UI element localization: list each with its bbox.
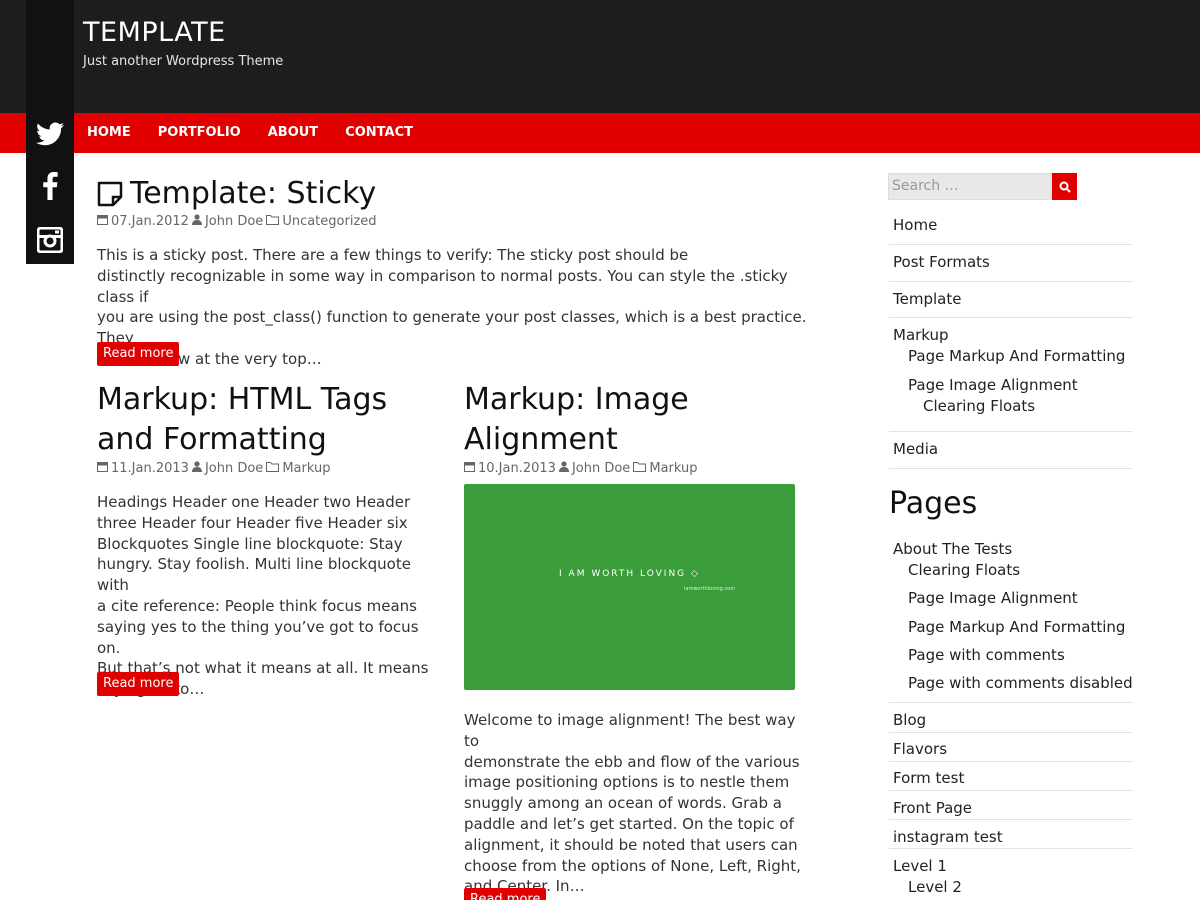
site-title[interactable]: TEMPLATE <box>83 17 226 48</box>
post-title-image-alignment[interactable]: Markup: Image Alignment <box>464 380 689 460</box>
post-meta-image-alignment: 10.Jan.2013 John Doe Markup <box>464 461 697 476</box>
post-category[interactable]: Markup <box>282 461 330 476</box>
page-item-form-test[interactable]: Form test <box>893 769 1133 787</box>
site-header: TEMPLATE Just another Wordpress Theme <box>0 0 1200 113</box>
page-item-with-comments[interactable]: Page with comments <box>908 646 1065 664</box>
divider <box>889 281 1133 282</box>
post-category[interactable]: Markup <box>649 461 697 476</box>
divider <box>889 732 1133 733</box>
twitter-icon[interactable] <box>36 120 64 148</box>
folder-icon <box>266 461 280 476</box>
read-more-button[interactable]: Read more <box>464 888 547 900</box>
folder-icon <box>266 214 280 229</box>
page-item-comments-disabled[interactable]: Page with comments disabled <box>908 674 1133 692</box>
page-item-clearing-floats[interactable]: Clearing Floats <box>908 561 1020 579</box>
divider <box>889 244 1133 245</box>
divider <box>889 468 1133 469</box>
page-item-about[interactable]: About The Tests <box>893 540 1133 558</box>
pages-heading: Pages <box>889 486 978 521</box>
user-icon <box>558 461 569 476</box>
sidebar-item-page-image-alignment[interactable]: Page Image Alignment <box>908 376 1078 394</box>
page-item-image-alignment[interactable]: Page Image Alignment <box>908 589 1078 607</box>
divider <box>889 761 1133 762</box>
sticky-note-icon <box>97 181 123 211</box>
sticky-post-title[interactable]: Template: Sticky <box>130 176 376 211</box>
sticky-post-excerpt: This is a sticky post. There are a few t… <box>97 246 807 368</box>
divider <box>889 317 1133 318</box>
sidebar-item-markup[interactable]: Markup <box>893 326 1133 344</box>
sidebar-item-page-markup[interactable]: Page Markup And Formatting <box>908 347 1125 365</box>
page-item-level-1[interactable]: Level 1 <box>893 857 1133 875</box>
post-category[interactable]: Uncategorized <box>282 214 376 229</box>
sidebar-item-template[interactable]: Template <box>893 290 1133 308</box>
post-excerpt-html-tags: Headings Header one Header two Header th… <box>97 493 429 699</box>
sidebar-item-clearing-floats[interactable]: Clearing Floats <box>923 397 1035 415</box>
post-author[interactable]: John Doe <box>205 214 263 229</box>
post-title-html-tags[interactable]: Markup: HTML Tags and Formatting <box>97 380 387 460</box>
sidebar-item-post-formats[interactable]: Post Formats <box>893 253 1133 271</box>
nav-contact[interactable]: CONTACT <box>345 113 413 153</box>
image-subtext: iamworthloving.com <box>684 586 736 592</box>
page-item-level-2[interactable]: Level 2 <box>908 878 962 896</box>
post-date[interactable]: 07.Jan.2012 <box>111 214 189 229</box>
divider <box>889 431 1133 432</box>
post-date[interactable]: 10.Jan.2013 <box>478 461 556 476</box>
post-date[interactable]: 11.Jan.2013 <box>111 461 189 476</box>
calendar-icon <box>464 461 475 476</box>
user-icon <box>191 461 202 476</box>
nav-portfolio[interactable]: PORTFOLIO <box>158 113 241 153</box>
diamond-icon: ◇ <box>691 569 700 579</box>
divider <box>889 819 1133 820</box>
read-more-button[interactable]: Read more <box>97 672 180 696</box>
social-bar <box>26 0 74 264</box>
divider <box>889 790 1133 791</box>
site-description: Just another Wordpress Theme <box>83 54 284 69</box>
search-button[interactable] <box>1052 173 1077 200</box>
featured-image[interactable]: I AM WORTH LOVING ◇ iamworthloving.com <box>464 484 795 690</box>
search-icon <box>1059 181 1071 193</box>
sticky-post-meta: 07.Jan.2012 John Doe Uncategorized <box>97 214 377 229</box>
calendar-icon <box>97 461 108 476</box>
sidebar-item-home[interactable]: Home <box>893 216 1133 234</box>
page-item-flavors[interactable]: Flavors <box>893 740 1133 758</box>
post-excerpt-image-alignment: Welcome to image alignment! The best way… <box>464 711 801 896</box>
folder-icon <box>633 461 647 476</box>
instagram-icon[interactable] <box>36 226 64 254</box>
search-input[interactable]: Search … <box>888 173 1052 200</box>
post-meta-html-tags: 11.Jan.2013 John Doe Markup <box>97 461 330 476</box>
nav-about[interactable]: ABOUT <box>268 113 318 153</box>
facebook-icon[interactable] <box>36 172 64 200</box>
page-item-front-page[interactable]: Front Page <box>893 799 1133 817</box>
post-author[interactable]: John Doe <box>205 461 263 476</box>
divider <box>889 848 1133 849</box>
main-nav: HOME PORTFOLIO ABOUT CONTACT <box>0 113 1200 153</box>
user-icon <box>191 214 202 229</box>
image-caption-text: I AM WORTH LOVING ◇ <box>559 569 700 579</box>
page-item-blog[interactable]: Blog <box>893 711 1133 729</box>
divider <box>889 702 1133 703</box>
nav-home[interactable]: HOME <box>87 113 131 153</box>
page-item-markup[interactable]: Page Markup And Formatting <box>908 618 1125 636</box>
calendar-icon <box>97 214 108 229</box>
post-author[interactable]: John Doe <box>572 461 630 476</box>
sidebar-item-media[interactable]: Media <box>893 440 1133 458</box>
page-item-instagram-test[interactable]: instagram test <box>893 828 1133 846</box>
read-more-button[interactable]: Read more <box>97 342 180 366</box>
